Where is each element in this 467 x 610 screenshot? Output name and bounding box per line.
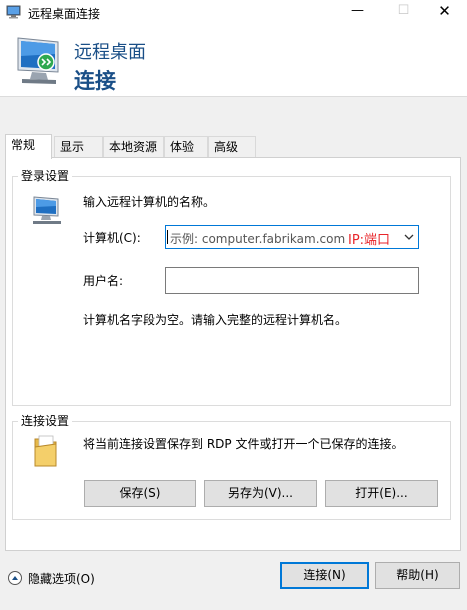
empty-computer-message: 计算机名字段为空。请输入完整的远程计算机名。 (83, 313, 348, 327)
remote-desktop-app-icon (6, 5, 21, 19)
connection-settings-label: 连接设置 (18, 414, 73, 428)
connection-description: 将当前连接设置保存到 RDP 文件或打开一个已保存的连接。 (83, 437, 404, 451)
ip-port-annotation: IP:端口 (348, 233, 391, 248)
close-button[interactable]: ✕ (422, 0, 467, 24)
folder-icon (34, 435, 57, 467)
title-bar: 远程桌面连接 — ☐ ✕ (0, 0, 467, 24)
minimize-button[interactable]: — (335, 0, 380, 24)
computer-label: 计算机(C): (83, 231, 141, 245)
computer-placeholder: 示例: computer.fabrikam.com (170, 232, 346, 246)
connect-button[interactable]: 连接(N) (280, 562, 369, 589)
username-label: 用户名: (83, 274, 124, 288)
hide-options-label[interactable]: 隐藏选项(O) (28, 572, 95, 586)
help-button[interactable]: 帮助(H) (375, 562, 460, 589)
text-cursor (167, 230, 168, 244)
maximize-button[interactable]: ☐ (381, 0, 426, 24)
open-button[interactable]: 打开(E)... (325, 480, 438, 507)
banner-title-line1: 远程桌面 (74, 42, 146, 63)
computer-combobox[interactable]: 示例: computer.fabrikam.com IP:端口 (165, 225, 419, 249)
banner-title-line2: 连接 (74, 69, 116, 93)
tab-experience[interactable]: 体验 (164, 136, 208, 157)
tab-general[interactable]: 常规 (5, 134, 52, 159)
tab-display[interactable]: 显示 (54, 136, 103, 157)
login-prompt: 输入远程计算机的名称。 (83, 195, 216, 209)
computer-icon (33, 196, 61, 224)
window-title: 远程桌面连接 (28, 7, 101, 21)
header-banner: 远程桌面 连接 (0, 24, 467, 97)
save-button[interactable]: 保存(S) (84, 480, 196, 507)
save-as-button[interactable]: 另存为(V)... (204, 480, 317, 507)
login-settings-label: 登录设置 (18, 169, 73, 183)
remote-desktop-monitor-icon (17, 37, 59, 84)
tab-local-resources[interactable]: 本地资源 (103, 136, 164, 157)
chevron-up-circle-icon[interactable] (8, 571, 22, 585)
chevron-down-icon[interactable] (403, 230, 415, 244)
username-input[interactable] (165, 267, 419, 294)
tab-advanced[interactable]: 高级 (208, 136, 256, 157)
